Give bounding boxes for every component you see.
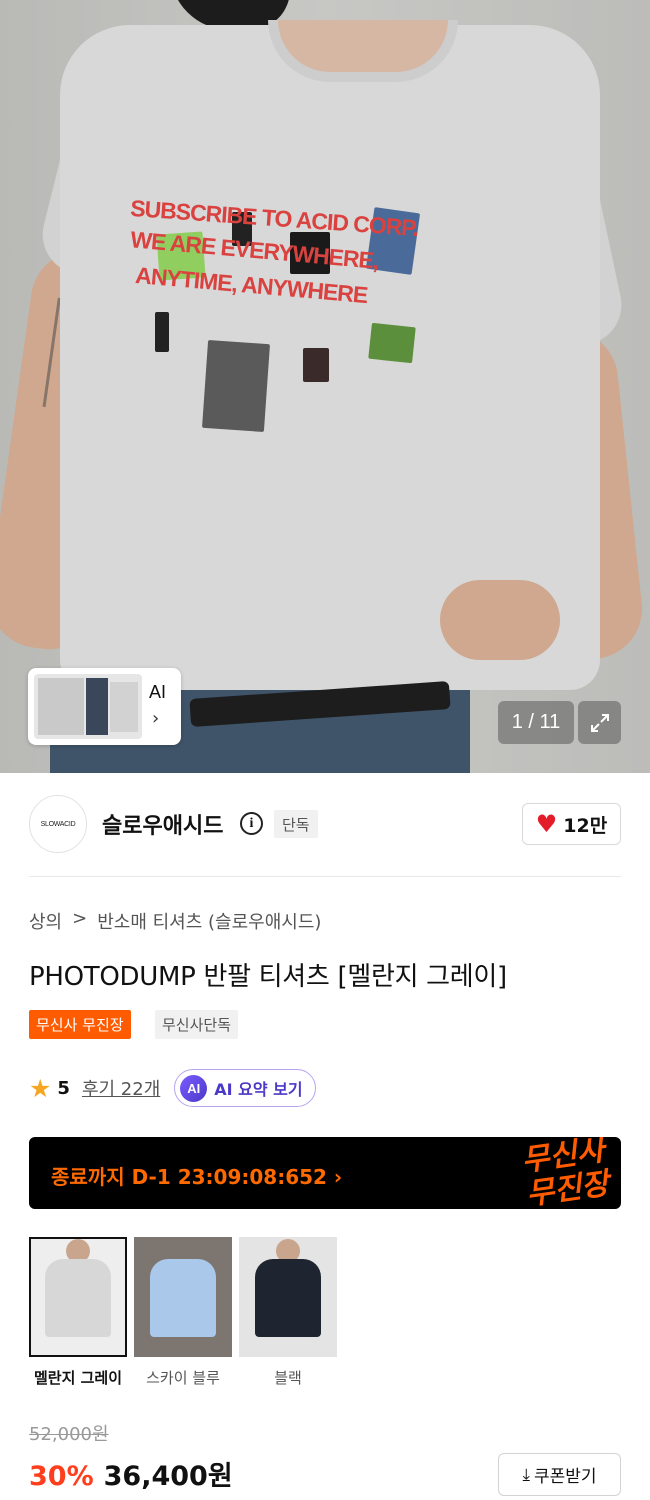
product-hero-image[interactable]: SUBSCRIBE TO ACID CORP. WE ARE EVERYWHER… — [0, 0, 650, 773]
download-icon: ⤓ — [522, 1464, 530, 1485]
color-option-label: 스카이 블루 — [146, 1369, 220, 1387]
color-swatch-image — [239, 1237, 337, 1357]
brand-name[interactable]: 슬로우애시드 — [102, 808, 223, 840]
chevron-right-icon: › — [152, 708, 160, 729]
coupon-button[interactable]: ⤓ 쿠폰받기 — [498, 1453, 621, 1496]
sale-price: 36,400원 — [103, 1461, 233, 1492]
countdown-timer: 종료까지 D-1 23:09:08:652 › — [51, 1165, 343, 1189]
ai-summary-label: AI 요약 보기 — [214, 1080, 303, 1099]
color-swatch-image — [134, 1237, 232, 1357]
reviews-link[interactable]: 후기 22개 — [82, 1075, 160, 1101]
color-option[interactable]: 스카이 블루 — [134, 1237, 232, 1388]
swatch-tshirt — [45, 1259, 111, 1337]
original-price: 52,000원 — [29, 1424, 109, 1445]
star-icon: ★ — [29, 1073, 52, 1103]
like-button[interactable]: ♥ 12만 — [522, 803, 621, 845]
exclusive-badge: 무신사단독 — [155, 1010, 239, 1039]
print-photo — [303, 348, 329, 382]
color-option-label: 멜란지 그레이 — [33, 1369, 123, 1387]
breadcrumb-item-subcategory[interactable]: 반소매 티셔츠 (슬로우애시드) — [97, 908, 321, 934]
event-badge: 무신사 무진장 — [29, 1010, 131, 1039]
discount-rate: 30% — [29, 1461, 94, 1492]
event-countdown-banner[interactable]: 종료까지 D-1 23:09:08:652 › 무신사 무진장 — [29, 1137, 621, 1209]
color-options: 멜란지 그레이 스카이 블루 블랙 — [29, 1237, 337, 1388]
expand-icon[interactable] — [578, 701, 621, 744]
hero-hand — [440, 580, 560, 660]
rating-row: ★ 5 후기 22개 AI AI 요약 보기 — [29, 1069, 316, 1107]
ai-fitting-thumbnail[interactable]: AI › — [28, 668, 181, 745]
breadcrumb-item-category[interactable]: 상의 — [29, 908, 62, 934]
heart-icon: ♥ — [535, 810, 558, 838]
ai-icon: AI — [180, 1074, 208, 1102]
image-counter: 1 / 11 — [498, 701, 574, 744]
product-title: PHOTODUMP 반팔 티셔츠 [멜란지 그레이] — [29, 962, 507, 992]
info-icon[interactable]: i — [240, 812, 263, 835]
color-option[interactable]: 블랙 — [239, 1237, 337, 1388]
breadcrumb-separator: > — [72, 908, 88, 929]
color-swatch-image — [29, 1237, 127, 1357]
coupon-label: 쿠폰받기 — [533, 1467, 597, 1487]
price-row: 30% 36,400원 — [29, 1454, 233, 1493]
exclusive-tag: 단독 — [274, 810, 318, 838]
ai-thumbnail-image — [34, 674, 142, 739]
print-photo — [202, 339, 270, 433]
ai-thumbnail-label: AI — [149, 682, 167, 702]
print-photo — [155, 312, 169, 352]
print-photo — [368, 322, 416, 364]
color-option[interactable]: 멜란지 그레이 — [29, 1237, 127, 1388]
brand-logo[interactable]: SLOWACID — [29, 795, 87, 853]
breadcrumb: 상의 > 반소매 티셔츠 (슬로우애시드) — [29, 908, 321, 934]
ai-summary-button[interactable]: AI AI 요약 보기 — [174, 1069, 316, 1107]
like-count: 12만 — [563, 814, 608, 837]
swatch-tshirt — [150, 1259, 216, 1337]
swatch-tshirt — [255, 1259, 321, 1337]
rating-value: 5 — [57, 1077, 70, 1099]
divider — [29, 876, 621, 877]
event-logo: 무신사 무진장 — [520, 1137, 612, 1209]
color-option-label: 블랙 — [274, 1369, 302, 1387]
